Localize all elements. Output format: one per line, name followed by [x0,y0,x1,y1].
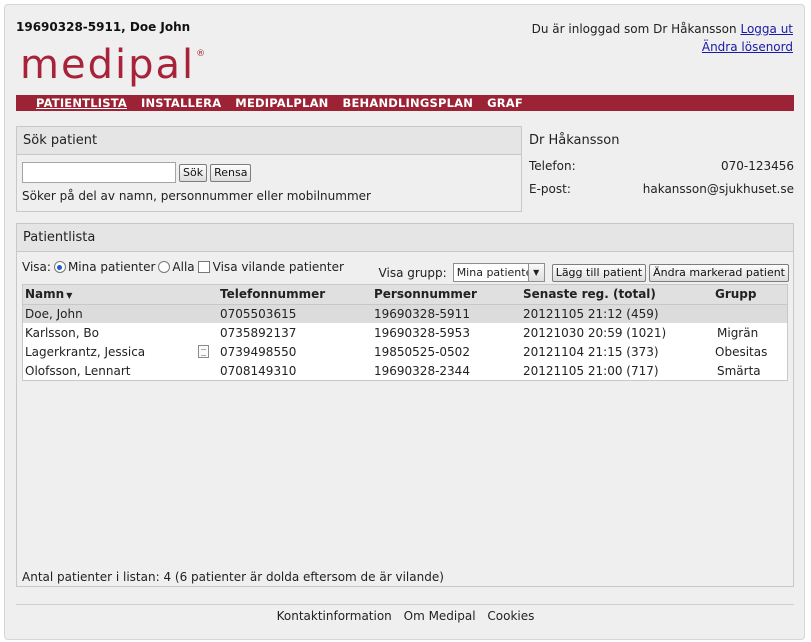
footer-divider [16,604,794,605]
note-icon[interactable] [198,345,209,358]
group-label: Visa grupp: [378,265,447,280]
nav-patientlista[interactable]: PATIENTLISTA [36,96,127,110]
doctor-phone-label: Telefon: [529,159,576,173]
chevron-down-icon[interactable]: ▼ [527,264,544,281]
checkbox-visa-vilande[interactable] [197,261,210,273]
cell-name-with-note: Lagerkrantz, Jessica [23,342,218,361]
search-hint: Söker på del av namn, personnummer eller… [22,189,371,203]
cell-pnr: 19690328-5953 [374,325,470,340]
radio-mina-patienter[interactable] [53,261,66,273]
cell-pnr: 19850525-0502 [374,344,470,359]
group-select-value: Mina patienter [456,266,537,279]
radio-mina-patienter-label[interactable]: Mina patienter [68,260,155,274]
visa-label: Visa: [22,260,51,274]
search-input[interactable] [22,162,176,183]
cell-group [713,304,787,323]
medipal-logo: medipal® [20,42,206,88]
table-row[interactable]: Doe, John 0705503615 19690328-5911 20121… [23,304,787,323]
table-row[interactable]: Lagerkrantz, Jessica 0739498550 19850525… [23,342,787,361]
table-row[interactable]: Karlsson, Bo 0735892137 19690328-5953 20… [23,323,787,342]
search-row: Sök Rensa [22,162,252,183]
cell-latest: 20121030 20:59 (1021) [523,325,667,340]
footer-contact-link[interactable]: Kontaktinformation [277,609,392,623]
group-select[interactable]: Mina patienter ▼ [452,263,545,282]
cell-group: Obesitas [715,344,768,359]
col-group[interactable]: Grupp [713,285,787,305]
cell-name: Karlsson, Bo [25,325,99,340]
nav-behandlingsplan[interactable]: BEHANDLINGSPLAN [343,96,474,110]
cell-group: Migrän [717,325,759,340]
patient-count-text: Antal patienter i listan: 4 (6 patienter… [22,570,444,584]
cell-name: Doe, John [23,304,218,323]
search-patient-panel: Sök patient Sök Rensa Söker på del av na… [16,126,522,212]
cell-phone: 0708149310 [220,363,297,378]
patient-table-container: Namn ▼ Telefonnummer Personnummer Senaste… [22,284,788,381]
logo-registered-mark: ® [196,49,206,59]
cell-pnr: 19690328-2344 [374,363,470,378]
search-button[interactable]: Sök [179,163,208,182]
table-header-row: Namn ▼ Telefonnummer Personnummer Senaste… [23,285,787,305]
table-row[interactable]: Olofsson, Lennart 0708149310 19690328-23… [23,361,787,380]
cell-latest: 20121105 21:12 (459) [521,304,713,323]
current-patient-id: 19690328-5911, Doe John [16,20,191,34]
clear-button[interactable]: Rensa [210,163,252,182]
logged-in-text: Du är inloggad som Dr Håkansson [531,22,737,36]
col-pnr[interactable]: Personnummer [372,285,521,305]
patient-table: Namn ▼ Telefonnummer Personnummer Senaste… [23,285,787,380]
doctor-phone: 070-123456 [720,159,794,173]
col-latest[interactable]: Senaste reg. (total) [521,285,713,305]
main-nav: PATIENTLISTA INSTALLERA MEDIPALPLAN BEHA… [16,95,794,111]
visa-filter-row: Visa: Mina patienter Alla Visa vilande p… [22,260,344,274]
doctor-info: Dr Håkansson Telefon: 070-123456 E-post:… [529,126,794,212]
patient-list-panel: Patientlista Visa: Mina patienter Alla V… [16,223,794,587]
col-phone[interactable]: Telefonnummer [218,285,372,305]
cell-group: Smärta [717,363,761,378]
radio-alla[interactable] [158,261,171,273]
checkbox-visa-vilande-label[interactable]: Visa vilande patienter [213,260,344,274]
radio-alla-label[interactable]: Alla [172,260,194,274]
cell-name: Olofsson, Lennart [25,363,131,378]
logo-text: medipal [20,42,196,88]
logout-link[interactable]: Logga ut [740,22,793,36]
add-patient-button[interactable]: Lägg till patient [551,263,647,282]
patient-list-title: Patientlista [17,224,793,252]
doctor-name: Dr Håkansson [529,133,620,148]
footer-cookies-link[interactable]: Cookies [487,609,534,623]
nav-medipalplan[interactable]: MEDIPALPLAN [235,96,328,110]
col-name[interactable]: Namn ▼ [23,285,218,305]
cell-phone: 0735892137 [220,325,297,340]
cell-latest: 20121104 21:15 (373) [523,344,659,359]
group-controls: Visa grupp: Mina patienter ▼ Lägg till p… [379,263,789,282]
nav-graf[interactable]: GRAF [487,96,523,110]
cell-phone: 0739498550 [220,344,297,359]
page: 19690328-5911, Doe John medipal® Du är i… [4,4,805,640]
cell-name: Lagerkrantz, Jessica [25,344,146,359]
cell-latest: 20121105 21:00 (717) [523,363,659,378]
footer: Kontaktinformation Om Medipal Cookies [5,609,806,623]
doctor-phone-row: Telefon: 070-123456 [529,159,794,173]
doctor-email: hakansson@sjukhuset.se [642,182,794,196]
sort-desc-icon: ▼ [66,291,73,301]
nav-installera[interactable]: INSTALLERA [141,96,221,110]
search-panel-title: Sök patient [17,127,521,155]
cell-pnr: 19690328-5911 [372,304,521,323]
doctor-email-row: E-post: hakansson@sjukhuset.se [529,182,794,196]
doctor-email-label: E-post: [529,182,571,196]
cell-phone: 0705503615 [218,304,372,323]
change-password-link[interactable]: Ändra lösenord [702,40,793,54]
footer-about-link[interactable]: Om Medipal [404,609,476,623]
login-info: Du är inloggad som Dr Håkansson Logga ut… [532,20,793,56]
edit-selected-patient-button[interactable]: Ändra markerad patient [649,263,789,282]
